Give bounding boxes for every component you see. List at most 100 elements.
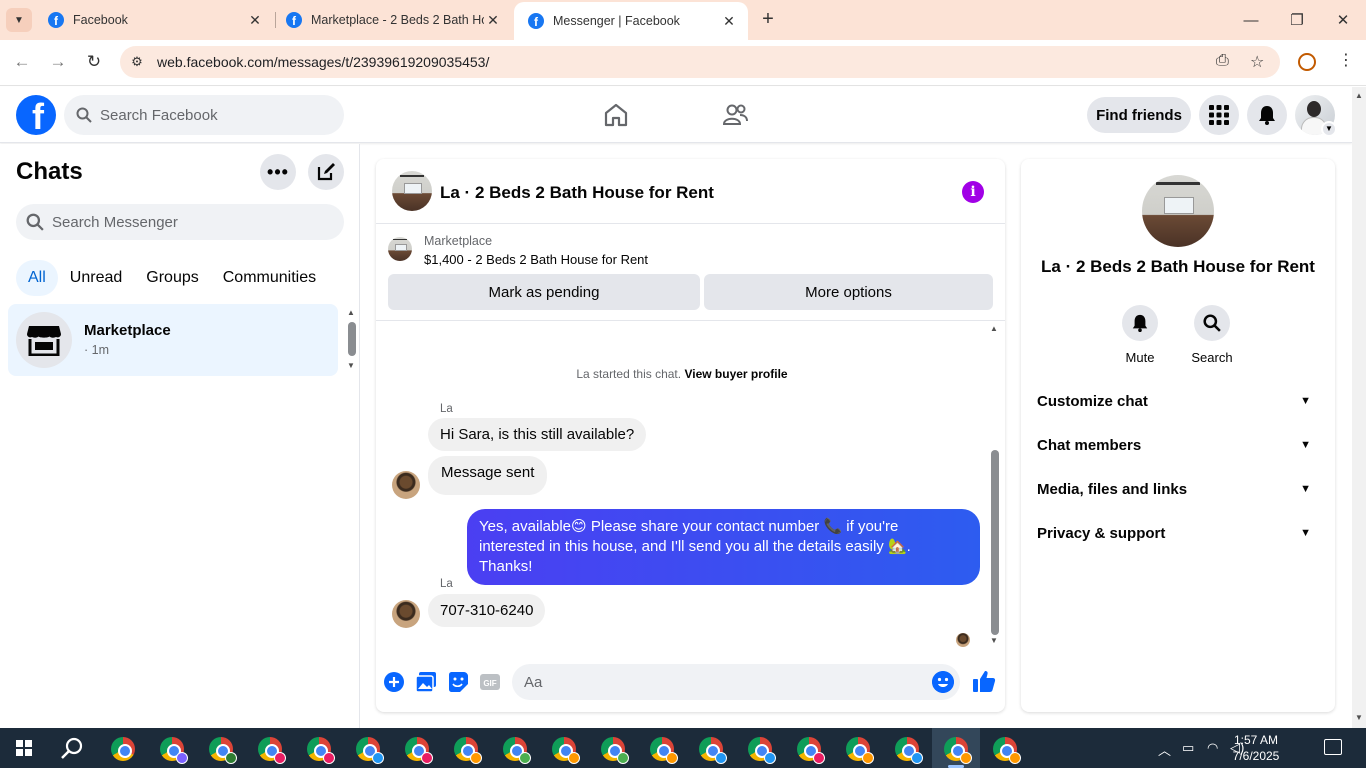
incoming-message[interactable]: Hi Sara, is this still available? [428, 418, 647, 451]
chrome-taskbar-icon[interactable] [111, 737, 135, 761]
info-avatar[interactable] [1142, 175, 1214, 247]
facebook-search-input[interactable]: Search Facebook [64, 95, 344, 135]
outgoing-message[interactable]: Yes, available😊 Please share your contac… [467, 509, 980, 585]
account-chevron-icon[interactable]: ▼ [1321, 121, 1337, 137]
filter-groups[interactable]: Groups [134, 260, 210, 296]
info-icon[interactable]: i [962, 181, 984, 203]
scroll-thumb[interactable] [991, 450, 999, 635]
chrome-taskbar-icon[interactable] [307, 737, 335, 764]
bookmark-star-icon[interactable]: ☆ [1250, 52, 1264, 72]
scroll-up-icon[interactable]: ▲ [990, 324, 998, 333]
thread-scrollbar[interactable]: ▲ ▼ [988, 322, 1002, 657]
tab-marketplace[interactable]: f Marketplace - 2 Beds 2 Bath Ho ✕ [272, 0, 512, 40]
chrome-taskbar-icon[interactable] [797, 737, 825, 764]
address-bar[interactable]: ⚙ web.facebook.com/messages/t/2393961920… [120, 46, 1280, 78]
chrome-taskbar-icon[interactable] [209, 737, 237, 764]
chrome-taskbar-icon[interactable] [993, 737, 1021, 764]
sticker-icon[interactable] [447, 671, 469, 693]
notifications-button[interactable] [1247, 95, 1287, 135]
home-icon[interactable] [602, 101, 630, 129]
reload-button[interactable]: ↻ [82, 50, 106, 74]
chrome-taskbar-icon[interactable] [895, 737, 923, 764]
chrome-taskbar-icon[interactable] [356, 737, 384, 764]
sender-avatar[interactable] [392, 600, 420, 628]
windows-start-icon[interactable] [16, 740, 32, 756]
new-message-button[interactable] [308, 154, 344, 190]
mark-as-pending-button[interactable]: Mark as pending [388, 274, 700, 310]
search-in-chat-button[interactable] [1194, 305, 1230, 341]
tab-facebook[interactable]: f Facebook ✕ [34, 0, 274, 40]
close-icon[interactable]: ✕ [246, 12, 264, 29]
chrome-taskbar-icon[interactable] [944, 737, 972, 764]
chat-item-marketplace[interactable]: Marketplace · 1m [8, 304, 338, 376]
chrome-taskbar-icon[interactable] [160, 737, 188, 764]
conversation-title[interactable]: La · 2 Beds 2 Bath House for Rent [440, 183, 714, 203]
customize-chat-section[interactable]: Customize chat ▼ [1037, 379, 1319, 423]
scroll-up-icon[interactable]: ▲ [347, 308, 355, 317]
minimize-button[interactable]: — [1228, 0, 1274, 40]
mute-action[interactable]: Mute [1110, 305, 1170, 365]
photo-icon[interactable] [415, 671, 437, 693]
chrome-taskbar-icon[interactable] [503, 737, 531, 764]
chat-list-scrollbar[interactable]: ▲ ▼ [344, 304, 358, 376]
chrome-taskbar-icon[interactable] [405, 737, 433, 764]
media-files-links-section[interactable]: Media, files and links ▼ [1037, 467, 1319, 511]
chrome-taskbar-icon[interactable] [552, 737, 580, 764]
scroll-down-icon[interactable]: ▼ [990, 636, 998, 645]
wifi-icon[interactable]: ◠ [1207, 740, 1218, 756]
chrome-taskbar-icon[interactable] [748, 737, 776, 764]
taskbar-search-icon[interactable] [60, 736, 84, 760]
restore-button[interactable]: ❐ [1274, 0, 1320, 40]
mute-button[interactable] [1122, 305, 1158, 341]
tab-search-button[interactable]: ▼ [6, 8, 32, 32]
sender-avatar[interactable] [392, 471, 420, 499]
menu-button[interactable] [1199, 95, 1239, 135]
facebook-logo-icon[interactable]: f [16, 95, 56, 135]
filter-all[interactable]: All [16, 260, 58, 296]
install-app-icon[interactable]: ⎙ [1216, 52, 1229, 70]
thumbs-up-icon[interactable] [972, 669, 996, 693]
emoji-icon[interactable] [932, 671, 954, 693]
new-tab-button[interactable]: + [758, 8, 778, 32]
incoming-message[interactable]: 707-310-6240 [428, 594, 546, 627]
more-options-button[interactable]: More options [704, 274, 993, 310]
listing-title[interactable]: $1,400 - 2 Beds 2 Bath House for Rent [424, 252, 648, 267]
message-input[interactable]: Aa [512, 664, 960, 700]
scroll-down-icon[interactable]: ▼ [1355, 713, 1363, 722]
listing-thumbnail[interactable] [388, 237, 412, 261]
incoming-message[interactable]: Message sent [428, 456, 548, 495]
battery-icon[interactable]: ▭ [1182, 740, 1194, 756]
back-button[interactable]: ← [10, 50, 34, 74]
view-buyer-profile-link[interactable]: View buyer profile [684, 367, 787, 381]
chat-members-section[interactable]: Chat members ▼ [1037, 423, 1319, 467]
browser-menu-icon[interactable]: ⋮ [1338, 50, 1354, 70]
plus-circle-icon[interactable] [383, 671, 405, 693]
chrome-taskbar-icon[interactable] [454, 737, 482, 764]
gif-icon[interactable]: GIF [479, 671, 501, 693]
chats-options-button[interactable]: ••• [260, 154, 296, 190]
chrome-taskbar-icon[interactable] [601, 737, 629, 764]
tab-messenger[interactable]: f Messenger | Facebook ✕ [514, 2, 748, 40]
chrome-taskbar-icon[interactable] [650, 737, 678, 764]
scroll-thumb[interactable] [348, 322, 356, 356]
messenger-search-input[interactable]: Search Messenger [16, 204, 344, 240]
search-action[interactable]: Search [1182, 305, 1242, 365]
scroll-up-icon[interactable]: ▲ [1355, 91, 1363, 100]
forward-button[interactable]: → [46, 50, 70, 74]
filter-unread[interactable]: Unread [58, 260, 134, 296]
window-close-button[interactable]: ✕ [1320, 0, 1366, 40]
chrome-taskbar-icon[interactable] [258, 737, 286, 764]
find-friends-button[interactable]: Find friends [1087, 97, 1191, 133]
close-icon[interactable]: ✕ [720, 13, 738, 30]
friends-icon[interactable] [721, 101, 749, 129]
taskbar-clock[interactable]: 1:57 AM 7/6/2025 [1226, 732, 1286, 764]
chrome-taskbar-icon[interactable] [846, 737, 874, 764]
scroll-down-icon[interactable]: ▼ [347, 361, 355, 370]
chrome-taskbar-icon[interactable] [699, 737, 727, 764]
profile-icon[interactable] [1298, 53, 1316, 71]
notification-center-icon[interactable] [1324, 739, 1342, 755]
conversation-avatar[interactable] [392, 171, 432, 211]
privacy-support-section[interactable]: Privacy & support ▼ [1037, 511, 1319, 555]
close-icon[interactable]: ✕ [484, 12, 502, 29]
tray-chevron-icon[interactable]: ︿ [1158, 740, 1171, 759]
